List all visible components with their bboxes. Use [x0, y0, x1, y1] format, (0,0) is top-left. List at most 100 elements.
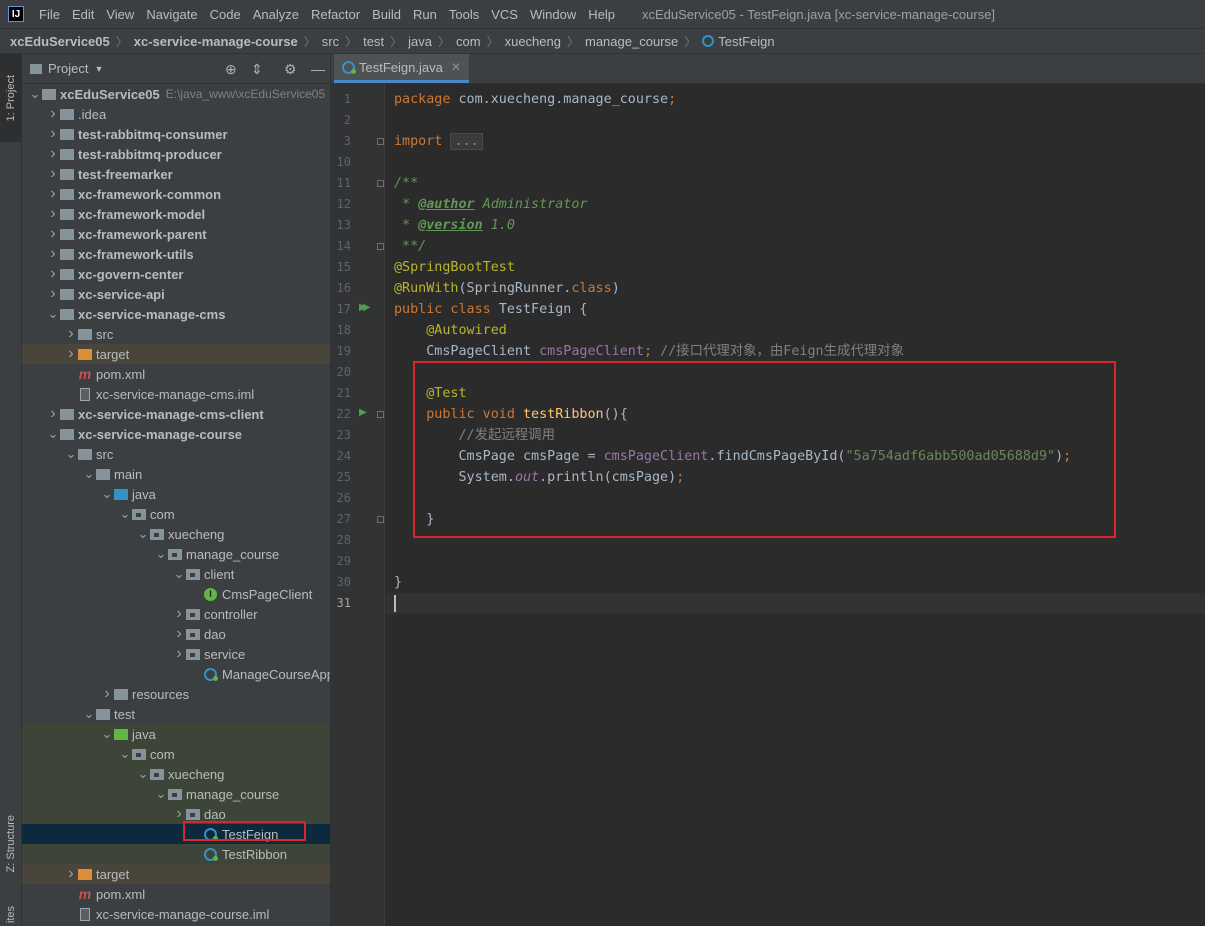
- run-gutter-icon[interactable]: ▶: [359, 407, 367, 418]
- breadcrumb-project[interactable]: xcEduService05: [6, 34, 114, 49]
- chevron-down-icon[interactable]: ▼: [94, 64, 103, 74]
- chevron-right-icon[interactable]: ›: [46, 245, 60, 263]
- chevron-down-icon[interactable]: ⌄: [154, 786, 168, 802]
- chevron-right-icon[interactable]: ›: [46, 225, 60, 243]
- run-gutter-icon[interactable]: ▶▶: [359, 302, 371, 313]
- tree-item-xc-service-manage-cms-client[interactable]: › xc-service-manage-cms-client: [22, 404, 330, 424]
- tree-item-java[interactable]: ⌄ java: [22, 484, 330, 504]
- tree-item-cmspageclient[interactable]: I CmsPageClient: [22, 584, 330, 604]
- menu-window[interactable]: Window: [525, 7, 583, 22]
- menu-navigate[interactable]: Navigate: [141, 7, 204, 22]
- menu-build[interactable]: Build: [367, 7, 408, 22]
- chevron-down-icon[interactable]: ⌄: [118, 746, 132, 762]
- breadcrumb-test[interactable]: test: [359, 34, 388, 49]
- fold-marker-icon[interactable]: [377, 516, 384, 523]
- tree-item-xc-framework-model[interactable]: › xc-framework-model: [22, 204, 330, 224]
- tool-tab-structure[interactable]: Z: Structure: [0, 799, 22, 889]
- chevron-down-icon[interactable]: ⌄: [136, 766, 150, 782]
- tree-item-managecourseapplic[interactable]: ManageCourseApplic: [22, 664, 330, 684]
- menu-vcs[interactable]: VCS: [486, 7, 525, 22]
- code-area[interactable]: package com.xuecheng.manage_course; impor…: [386, 84, 1205, 926]
- gear-icon[interactable]: ⚙: [284, 61, 297, 77]
- tree-item-xc-service-manage-cms[interactable]: ⌄ xc-service-manage-cms: [22, 304, 330, 324]
- tree-item-testribbon[interactable]: TestRibbon: [22, 844, 330, 864]
- tree-item-xuecheng[interactable]: ⌄ xuecheng: [22, 524, 330, 544]
- minimize-icon[interactable]: —: [311, 61, 325, 77]
- chevron-right-icon[interactable]: ›: [172, 605, 186, 623]
- tree-item-src[interactable]: › src: [22, 324, 330, 344]
- tree-item-xceduservice05[interactable]: ⌄ xcEduService05 E:\java_www\xcEduService0…: [22, 84, 330, 104]
- chevron-right-icon[interactable]: ›: [46, 405, 60, 423]
- project-view-selector[interactable]: Project: [48, 61, 88, 76]
- tree-item-java[interactable]: ⌄ java: [22, 724, 330, 744]
- chevron-right-icon[interactable]: ›: [172, 645, 186, 663]
- menu-analyze[interactable]: Analyze: [248, 7, 306, 22]
- menu-view[interactable]: View: [101, 7, 141, 22]
- chevron-right-icon[interactable]: ›: [46, 105, 60, 123]
- collapse-all-icon[interactable]: ⇕: [251, 61, 263, 77]
- tree-item-target[interactable]: › target: [22, 344, 330, 364]
- tree-item-resources[interactable]: › resources: [22, 684, 330, 704]
- tool-tab-favorites[interactable]: ites: [0, 904, 22, 926]
- chevron-down-icon[interactable]: ⌄: [28, 86, 42, 102]
- tree-item-manage-course[interactable]: ⌄ manage_course: [22, 784, 330, 804]
- tree-item-xc-service-manage-course-iml[interactable]: xc-service-manage-course.iml: [22, 904, 330, 924]
- menu-refactor[interactable]: Refactor: [306, 7, 367, 22]
- chevron-right-icon[interactable]: ›: [46, 125, 60, 143]
- chevron-right-icon[interactable]: ›: [46, 165, 60, 183]
- tree-item-com[interactable]: ⌄ com: [22, 744, 330, 764]
- tree-item-target[interactable]: › target: [22, 864, 330, 884]
- tree-item-xc-framework-common[interactable]: › xc-framework-common: [22, 184, 330, 204]
- menu-help[interactable]: Help: [583, 7, 622, 22]
- chevron-right-icon[interactable]: ›: [64, 865, 78, 883]
- chevron-right-icon[interactable]: ›: [46, 205, 60, 223]
- chevron-down-icon[interactable]: ⌄: [82, 466, 96, 482]
- chevron-right-icon[interactable]: ›: [64, 325, 78, 343]
- fold-marker-icon[interactable]: [377, 138, 384, 145]
- tree-item-test-freemarker[interactable]: › test-freemarker: [22, 164, 330, 184]
- chevron-down-icon[interactable]: ⌄: [100, 486, 114, 502]
- chevron-down-icon[interactable]: ⌄: [64, 446, 78, 462]
- chevron-right-icon[interactable]: ›: [46, 185, 60, 203]
- breadcrumb-src[interactable]: src: [318, 34, 343, 49]
- breadcrumb-xuecheng[interactable]: xuecheng: [501, 34, 565, 49]
- tree-item-xc-service-manage-cms-iml[interactable]: xc-service-manage-cms.iml: [22, 384, 330, 404]
- chevron-right-icon[interactable]: ›: [100, 685, 114, 703]
- tree-item-xuecheng[interactable]: ⌄ xuecheng: [22, 764, 330, 784]
- fold-marker-icon[interactable]: [377, 411, 384, 418]
- close-icon[interactable]: ✕: [451, 60, 461, 74]
- tree-item-dao[interactable]: › dao: [22, 624, 330, 644]
- editor-tab-testfeign[interactable]: TestFeign.java ✕: [334, 54, 469, 83]
- breadcrumb-module[interactable]: xc-service-manage-course: [130, 34, 302, 49]
- tree-item-xc-service-api[interactable]: › xc-service-api: [22, 284, 330, 304]
- menu-file[interactable]: File: [34, 7, 67, 22]
- tree-item-pom-xml[interactable]: m pom.xml: [22, 364, 330, 384]
- chevron-down-icon[interactable]: ⌄: [172, 566, 186, 582]
- tree-item-controller[interactable]: › controller: [22, 604, 330, 624]
- chevron-down-icon[interactable]: ⌄: [46, 426, 60, 442]
- tree-item-test-rabbitmq-consumer[interactable]: › test-rabbitmq-consumer: [22, 124, 330, 144]
- tree-item-test[interactable]: ⌄ test: [22, 704, 330, 724]
- locate-target-icon[interactable]: ⊕: [225, 61, 237, 77]
- breadcrumb-testfeign[interactable]: TestFeign: [698, 34, 778, 49]
- chevron-right-icon[interactable]: ›: [46, 145, 60, 163]
- chevron-right-icon[interactable]: ›: [172, 625, 186, 643]
- tree-item-idea[interactable]: › .idea: [22, 104, 330, 124]
- fold-marker-icon[interactable]: [377, 243, 384, 250]
- chevron-down-icon[interactable]: ⌄: [100, 726, 114, 742]
- menu-run[interactable]: Run: [408, 7, 444, 22]
- menu-edit[interactable]: Edit: [67, 7, 101, 22]
- tree-item-xc-govern-center[interactable]: › xc-govern-center: [22, 264, 330, 284]
- chevron-down-icon[interactable]: ⌄: [118, 506, 132, 522]
- chevron-right-icon[interactable]: ›: [64, 345, 78, 363]
- fold-marker-icon[interactable]: [377, 180, 384, 187]
- tree-item-xc-framework-parent[interactable]: › xc-framework-parent: [22, 224, 330, 244]
- tree-item-main[interactable]: ⌄ main: [22, 464, 330, 484]
- tree-item-pom-xml[interactable]: m pom.xml: [22, 884, 330, 904]
- tree-item-service[interactable]: › service: [22, 644, 330, 664]
- menu-tools[interactable]: Tools: [444, 7, 486, 22]
- tree-item-xc-service-manage-course[interactable]: ⌄ xc-service-manage-course: [22, 424, 330, 444]
- chevron-down-icon[interactable]: ⌄: [154, 546, 168, 562]
- tree-item-com[interactable]: ⌄ com: [22, 504, 330, 524]
- tree-item-xc-framework-utils[interactable]: › xc-framework-utils: [22, 244, 330, 264]
